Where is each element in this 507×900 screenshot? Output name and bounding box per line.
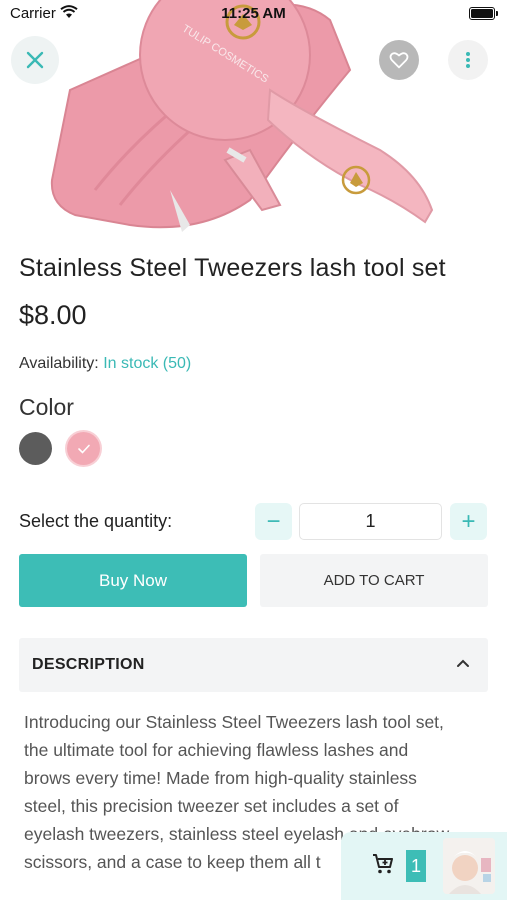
product-title: Stainless Steel Tweezers lash tool set <box>19 254 446 282</box>
color-swatch-gray[interactable] <box>19 432 52 465</box>
buy-now-button[interactable]: Buy Now <box>19 554 247 607</box>
more-vertical-icon <box>466 52 470 68</box>
quantity-input[interactable]: 1 <box>299 503 442 540</box>
cart-item-thumbnail <box>443 838 495 894</box>
decrease-quantity-button[interactable]: − <box>255 503 292 540</box>
description-line: Introducing our Stainless Steel Tweezers… <box>24 712 444 732</box>
increase-quantity-button[interactable]: + <box>450 503 487 540</box>
product-image: TULIP COSMETICS <box>0 0 507 232</box>
color-label: Color <box>19 394 74 420</box>
chevron-up-icon <box>457 659 469 667</box>
check-icon <box>77 444 90 454</box>
quantity-label: Select the quantity: <box>19 511 173 531</box>
minus-icon: − <box>266 507 281 535</box>
status-bar: Carrier 11:25 AM <box>0 0 507 28</box>
availability-status: In stock <box>103 355 159 372</box>
plus-icon: + <box>461 507 476 535</box>
heart-icon <box>389 52 409 69</box>
more-options-button[interactable] <box>448 40 488 80</box>
color-swatch-pink[interactable] <box>67 432 100 465</box>
description-line: steel, this precision tweezer set includ… <box>24 796 399 816</box>
clock: 11:25 AM <box>221 5 286 22</box>
description-line: the ultimate tool for achieving flawless… <box>24 740 409 760</box>
availability: Availability: In stock (50) <box>19 355 191 373</box>
close-icon <box>26 51 44 69</box>
description-accordion-header[interactable]: DESCRIPTION <box>19 638 488 692</box>
favorite-button[interactable] <box>379 40 419 80</box>
close-button[interactable] <box>11 36 59 84</box>
product-photo: TULIP COSMETICS <box>50 0 434 232</box>
battery-icon <box>469 7 498 20</box>
description-title: DESCRIPTION <box>32 656 145 673</box>
cart-icon <box>373 854 393 874</box>
product-price: $8.00 <box>19 300 87 330</box>
availability-count: (50) <box>162 355 192 372</box>
cart-count-badge: 1 <box>406 850 426 882</box>
availability-label: Availability: <box>19 355 99 372</box>
description-line: brows every time! Made from high-quality… <box>24 768 417 788</box>
floating-cart[interactable]: 1 <box>341 832 507 900</box>
add-to-cart-button[interactable]: ADD TO CART <box>260 554 488 607</box>
